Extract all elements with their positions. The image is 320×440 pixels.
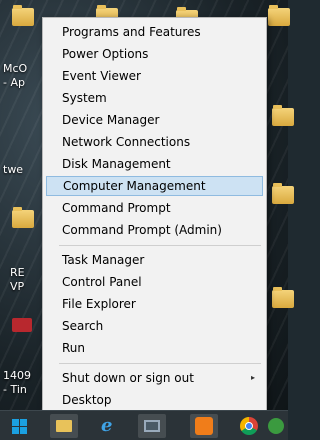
menu-item-task-manager[interactable]: Task Manager xyxy=(46,250,263,270)
desktop-icon-label: 1409 xyxy=(3,369,31,382)
windows-start-icon[interactable] xyxy=(12,419,28,435)
menu-item-network-connections[interactable]: Network Connections xyxy=(46,132,263,152)
chrome-button[interactable] xyxy=(235,414,263,438)
menu-item-run[interactable]: Run xyxy=(46,338,263,358)
menu-item-search[interactable]: Search xyxy=(46,316,263,336)
app-window-button[interactable] xyxy=(138,414,166,438)
file-explorer-icon xyxy=(56,420,72,432)
folder-icon[interactable] xyxy=(268,5,290,26)
desktop-icon-label: twe xyxy=(3,163,24,176)
folder-icon[interactable] xyxy=(272,287,294,308)
desktop-icon-label: - Tin xyxy=(3,383,27,396)
menu-item-command-prompt-admin[interactable]: Command Prompt (Admin) xyxy=(46,220,263,240)
desktop-icon-label: McO xyxy=(3,62,28,75)
chevron-right-icon: ▸ xyxy=(250,373,255,382)
folder-icon[interactable] xyxy=(12,5,34,26)
menu-item-desktop[interactable]: Desktop xyxy=(46,390,263,410)
pdf-icon[interactable] xyxy=(12,318,32,332)
menu-separator xyxy=(59,245,261,246)
menu-item-shut-down-or-sign-out[interactable]: Shut down or sign out ▸ xyxy=(46,368,263,388)
internet-explorer-button[interactable]: e xyxy=(96,414,124,438)
folder-icon[interactable] xyxy=(12,207,34,228)
desktop-icon-label: - Ap xyxy=(3,76,25,89)
menu-item-disk-management[interactable]: Disk Management xyxy=(46,154,263,174)
menu-item-command-prompt[interactable]: Command Prompt xyxy=(46,198,263,218)
menu-item-control-panel[interactable]: Control Panel xyxy=(46,272,263,292)
quick-link-menu: Programs and Features Power Options Event … xyxy=(42,17,267,412)
menu-item-event-viewer[interactable]: Event Viewer xyxy=(46,66,263,86)
orange-app-icon xyxy=(195,417,213,435)
desktop-icon-label: RE xyxy=(10,266,25,279)
file-explorer-button[interactable] xyxy=(50,414,78,438)
desktop-icon-label: VP xyxy=(10,280,25,293)
green-app-icon xyxy=(268,418,284,434)
internet-explorer-icon: e xyxy=(101,415,113,436)
menu-item-device-manager[interactable]: Device Manager xyxy=(46,110,263,130)
folder-icon[interactable] xyxy=(272,183,294,204)
chrome-icon xyxy=(240,417,258,435)
menu-item-programs-and-features[interactable]: Programs and Features xyxy=(46,22,263,42)
menu-separator xyxy=(59,363,261,364)
app-window-icon xyxy=(144,420,160,432)
menu-item-file-explorer[interactable]: File Explorer xyxy=(46,294,263,314)
taskbar: e xyxy=(0,410,288,440)
green-app-button[interactable] xyxy=(266,414,286,438)
orange-app-button[interactable] xyxy=(190,414,218,438)
menu-item-system[interactable]: System xyxy=(46,88,263,108)
folder-icon[interactable] xyxy=(272,105,294,126)
menu-item-power-options[interactable]: Power Options xyxy=(46,44,263,64)
menu-item-computer-management[interactable]: Computer Management xyxy=(46,176,263,196)
